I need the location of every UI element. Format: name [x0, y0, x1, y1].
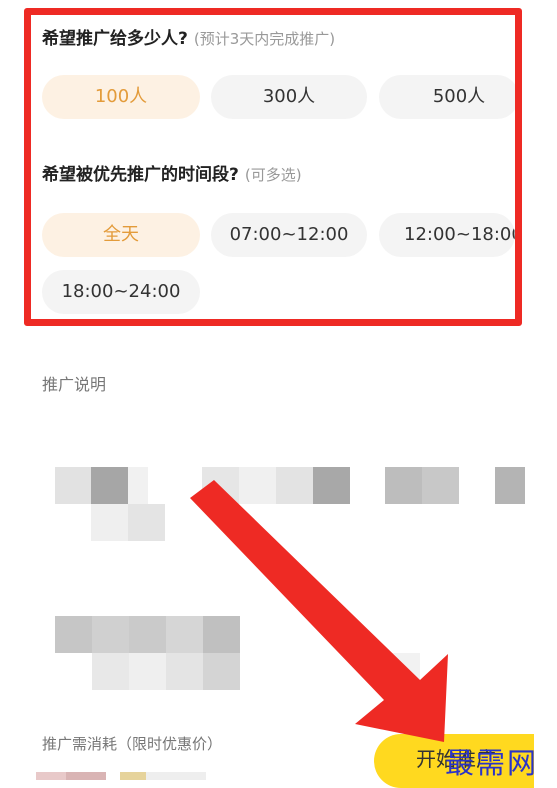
red-arrow-icon: [190, 480, 448, 742]
blurred-price-strip: [36, 772, 206, 780]
watermark-logo: 最需网: [445, 746, 539, 780]
